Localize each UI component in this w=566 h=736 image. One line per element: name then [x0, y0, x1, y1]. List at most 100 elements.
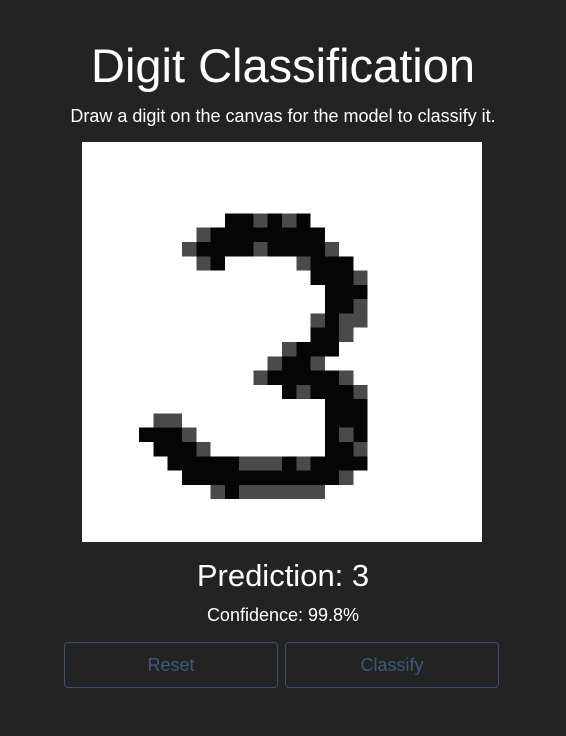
prediction-text: Prediction: 3: [196, 558, 370, 593]
canvas-pixel: [253, 227, 268, 242]
canvas-pixel: [296, 384, 311, 400]
canvas-pixel: [310, 227, 325, 242]
drawing-canvas-surface[interactable]: [82, 142, 482, 542]
canvas-pixel: [339, 427, 354, 442]
canvas-pixel: [353, 413, 368, 428]
canvas-pixel: [296, 342, 311, 357]
canvas-pixel: [296, 370, 311, 385]
canvas-pixel: [324, 256, 340, 271]
canvas-pixel: [282, 242, 297, 257]
canvas-pixel: [324, 299, 340, 314]
canvas-pixel: [224, 213, 240, 228]
canvas-pixel: [282, 342, 297, 357]
canvas-pixel: [310, 270, 325, 285]
canvas-pixel: [196, 242, 211, 257]
canvas-pixel: [339, 270, 354, 285]
canvas-pixel: [282, 456, 297, 471]
canvas-pixel: [253, 370, 268, 385]
canvas-pixel: [267, 484, 282, 500]
canvas-pixel: [267, 470, 282, 485]
canvas-pixel: [296, 256, 311, 271]
canvas-pixel: [267, 370, 282, 385]
canvas-pixel: [196, 256, 211, 271]
canvas-pixel: [210, 484, 225, 500]
canvas-pixel: [310, 484, 325, 500]
canvas-pixel: [339, 256, 354, 271]
canvas-pixel: [224, 456, 240, 471]
canvas-pixel: [339, 299, 354, 314]
canvas-pixel: [324, 399, 340, 414]
canvas-pixel: [353, 442, 368, 457]
canvas-pixel: [253, 470, 268, 485]
canvas-pixel: [296, 242, 311, 257]
canvas-pixel: [239, 470, 254, 485]
canvas-pixel: [353, 427, 368, 442]
canvas-pixel: [324, 270, 340, 285]
canvas-pixel: [253, 242, 268, 257]
canvas-pixel: [296, 213, 311, 228]
canvas-pixel: [353, 313, 368, 328]
canvas-pixel: [339, 370, 354, 385]
canvas-pixel: [282, 484, 297, 500]
canvas-pixel: [282, 470, 297, 485]
canvas-pixel: [139, 427, 154, 442]
canvas-pixel: [167, 456, 182, 471]
canvas-pixel: [324, 442, 340, 457]
canvas-pixel: [182, 242, 197, 257]
canvas-pixel: [196, 470, 211, 485]
canvas-pixel: [310, 356, 325, 371]
canvas-pixel: [182, 456, 197, 471]
canvas-pixel: [296, 227, 311, 242]
canvas-pixel: [239, 242, 254, 257]
canvas-pixel: [267, 456, 282, 471]
canvas-pixel: [182, 427, 197, 442]
confidence-text: Confidence: 99.8%: [206, 605, 360, 625]
canvas-pixel: [353, 456, 368, 471]
canvas-pixel: [296, 484, 311, 500]
canvas-pixel: [253, 456, 268, 471]
canvas-pixel: [253, 213, 268, 228]
canvas-pixel: [239, 484, 254, 500]
drawing-canvas[interactable]: [82, 142, 482, 542]
canvas-pixel: [153, 413, 168, 428]
canvas-pixel: [167, 427, 182, 442]
canvas-pixel: [224, 470, 240, 485]
canvas-pixel: [224, 484, 240, 500]
canvas-pixel: [310, 242, 325, 257]
canvas-pixel: [324, 342, 340, 357]
canvas-pixel: [339, 284, 354, 300]
canvas-pixel: [182, 470, 197, 485]
classify-button[interactable]: Classify: [285, 642, 499, 688]
canvas-pixel: [296, 356, 311, 371]
reset-button[interactable]: Reset: [64, 642, 278, 688]
canvas-pixel: [339, 456, 354, 471]
canvas-pixel: [210, 256, 225, 271]
canvas-pixel: [353, 299, 368, 314]
canvas-pixel: [239, 213, 254, 228]
canvas-pixel: [282, 356, 297, 371]
canvas-pixel: [339, 413, 354, 428]
canvas-pixel: [324, 456, 340, 471]
canvas-pixel: [353, 384, 368, 400]
canvas-pixel: [339, 470, 354, 485]
canvas-pixel: [353, 399, 368, 414]
canvas-pixel: [339, 399, 354, 414]
canvas-pixel: [210, 470, 225, 485]
canvas-pixel: [310, 470, 325, 485]
canvas-pixel: [310, 256, 325, 271]
canvas-pixel: [310, 370, 325, 385]
canvas-pixel: [239, 227, 254, 242]
canvas-pixel: [324, 413, 340, 428]
canvas-pixel: [296, 470, 311, 485]
canvas-pixel: [353, 270, 368, 285]
canvas-pixel: [196, 456, 211, 471]
canvas-pixel: [353, 284, 368, 300]
canvas-pixel: [267, 356, 282, 371]
canvas-pixel: [282, 370, 297, 385]
canvas-pixel: [324, 370, 340, 385]
canvas-pixel: [282, 384, 297, 400]
canvas-pixel: [324, 327, 340, 342]
canvas-pixel: [324, 470, 340, 485]
canvas-pixel: [224, 227, 240, 242]
canvas-pixel: [324, 313, 340, 328]
